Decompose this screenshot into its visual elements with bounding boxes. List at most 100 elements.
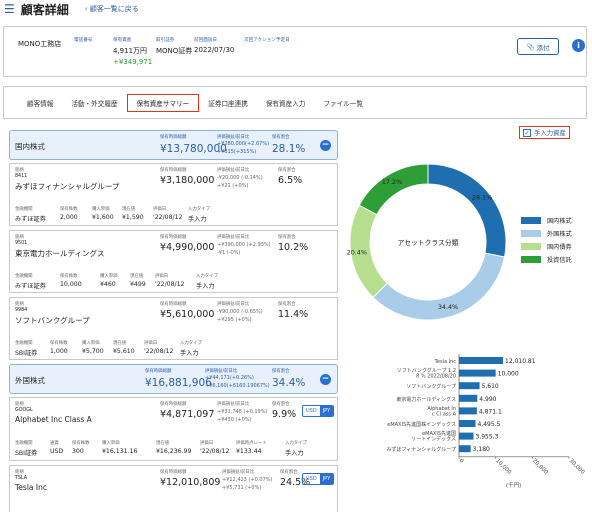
asset-class-donut-chart: アセットクラス分類 28.1% 34.4% 20.4% 17.2% [347,163,507,321]
section-foreign-stocks[interactable]: 外国株式 保有時価総額 ¥16,881,906 評価損益/前日比 +¥44,17… [9,364,338,394]
currency-toggle[interactable]: USD JPY [302,405,335,417]
manual-assets-checkbox[interactable]: ✓ 手入力資産 [519,126,570,139]
stock-name: ソフトバンクグループ [15,316,90,325]
stock-daily: -¥1 (-0%) [217,250,241,256]
bar-value-6: 3,955.3 [476,434,499,441]
hold-label: 保有時価総額 [145,369,172,374]
last-meeting-field: 前回面談日 2022/07/30 [194,37,234,54]
bar-value-3: 4,990 [479,396,496,403]
legend-swatch [521,217,541,224]
attach-button[interactable]: 📎 添付 [517,38,559,55]
input-label: 入力タイプ [180,341,202,346]
holdings-bar-chart: 12,010.81Tesla Inc10,000ソフトバンクグループ 1,28 … [386,354,586,489]
section-gain: +¥280,000(+2.07%) [217,141,270,147]
section-ratio: 34.4% [272,377,306,389]
x-axis-label: (千円) [506,481,521,489]
page-header: ☰ 顧客詳細 ‹ 顧客一覧に戻る [4,0,139,18]
cur-value: ¥1,590 [122,214,144,221]
buy-value: ¥1,600 [92,214,114,221]
stock-card[interactable]: 銘柄 9501 東京電力ホールディングス 保有時価総額 ¥4,990,000 評… [9,230,338,293]
tab-asset-summary[interactable]: 保有資産サマリー [126,93,200,112]
legend-label: 国内債券 [547,244,572,251]
back-link[interactable]: ‹ 顧客一覧に戻る [85,4,139,14]
eval-label: 評価損益/前日比 [217,402,250,407]
assets-value: 4,911万円 [113,47,148,55]
org-value: SBI証券 [15,350,38,357]
tab-activity-history[interactable]: 活動・外交履歴 [62,95,126,111]
chart-title: アセットクラス分類 [398,238,459,247]
section-name: 外国株式 [15,376,45,385]
hold-label: 保有時価総額 [160,402,187,407]
org-label: 金融機関 [15,441,33,446]
section-domestic-stocks[interactable]: 国内株式 保有時価総額 ¥13,780,000 評価損益/前日比 +¥280,0… [9,130,338,160]
check-icon[interactable]: ✓ [523,128,531,137]
stock-name: Tesla Inc [15,483,47,492]
section-ratio: 28.1% [272,143,306,155]
cur-value: ¥16,236.99 [156,448,192,455]
stock-amount: ¥4,871,097 [160,409,215,420]
toggle-jpy[interactable]: JPY [319,406,334,416]
stock-ratio: 6.5% [278,175,303,186]
donut-label-0: 28.1% [472,194,492,202]
legend-label: 投資信託 [547,257,572,264]
collapse-icon[interactable]: − [320,374,331,385]
bar-value-2: 5,610 [482,383,499,390]
hold-label: 保有時価総額 [160,168,187,173]
toggle-jpy[interactable]: JPY [319,474,334,484]
x-tick-label: 30,000 [568,458,586,476]
stock-gain: +¥12,423 (+0.07%) [222,477,273,483]
toggle-usd[interactable]: USD [303,474,320,484]
customer-name: MONO工務店 [18,40,62,48]
bar-category-0: Tesla Inc [434,359,457,365]
cur-label: 現在値 [156,441,170,446]
bar-0 [459,357,504,364]
next-action-field: 次回アクション予定日 [244,37,290,46]
input-value: 手入力 [285,450,304,457]
rate-value: ¥133.44 [236,448,262,455]
currency-toggle[interactable]: USD JPY [302,473,335,485]
assets-field: 保有資産 4,911万円 +¥349,971 [113,37,152,66]
stock-card[interactable]: 銘柄 9984 ソフトバンクグループ 保有時価総額 ¥5,610,000 評価損… [9,297,338,360]
cur-value: ¥5,610 [113,348,135,355]
code-label: 銘柄 [15,402,24,407]
stock-card[interactable]: 銘柄 TSLA Tesla Inc 保有時価総額 ¥12,010,809 評価損… [9,465,338,512]
org-label: 金融機関 [15,207,33,212]
toggle-usd[interactable]: USD [303,406,320,416]
tab-account-link[interactable]: 証券口座連携 [199,95,257,111]
currency-value: USD [50,448,64,455]
stock-gain: -¥90,000 (-0.65%) [217,309,263,315]
broker-field: 取引証券 MONO証券 [156,37,192,56]
assets-gain: +¥349,971 [113,58,153,66]
code-label: 銘柄 [15,168,24,173]
org-label: 金融機関 [15,274,33,279]
stock-daily: +¥5,731 (+0%) [222,485,262,491]
x-tick-label: 20,000 [531,458,549,476]
buy-label: 購入単価 [102,441,120,446]
bar-1 [459,369,496,377]
customer-info-card: MONO工務店 電話番号 保有資産 4,911万円 +¥349,971 取引証券 MO… [3,26,587,77]
collapse-icon[interactable]: − [320,140,331,151]
tab-customer-info[interactable]: 顧客情報 [18,95,62,111]
eval-label: 評価損益/前日比 [217,168,250,173]
section-name: 国内株式 [15,142,45,151]
stock-daily: +¥21 (+0%) [217,183,249,189]
donut-label-2: 20.4% [347,249,367,257]
org-label: 金融機関 [15,341,33,346]
menu-icon[interactable]: ☰ [4,2,15,16]
cur-label: 現在値 [122,207,136,212]
x-tick-label: 10,000 [494,458,512,476]
stock-amount: ¥4,990,000 [160,242,215,253]
info-icon[interactable]: i [572,39,585,52]
legend-swatch [521,230,541,237]
stock-ratio: 10.2% [278,242,309,253]
stock-name: 東京電力ホールディングス [15,249,105,258]
tab-files[interactable]: ファイル一覧 [314,95,372,111]
stock-card[interactable]: 銘柄 GOOGL Alphabet Inc Class A 保有時価総額 ¥4,… [9,397,338,461]
stock-name: みずほフィナンシャルグループ [15,182,120,191]
tab-asset-input[interactable]: 保有資産入力 [257,95,315,111]
stock-daily: +¥295 (+0%) [217,317,252,323]
stock-card[interactable]: 銘柄 8411 みずほフィナンシャルグループ 保有時価総額 ¥3,180,000… [9,163,338,226]
donut-slice-3 [358,163,429,216]
code-label: 銘柄 [15,235,24,240]
hold-label: 保有時価総額 [160,235,187,240]
